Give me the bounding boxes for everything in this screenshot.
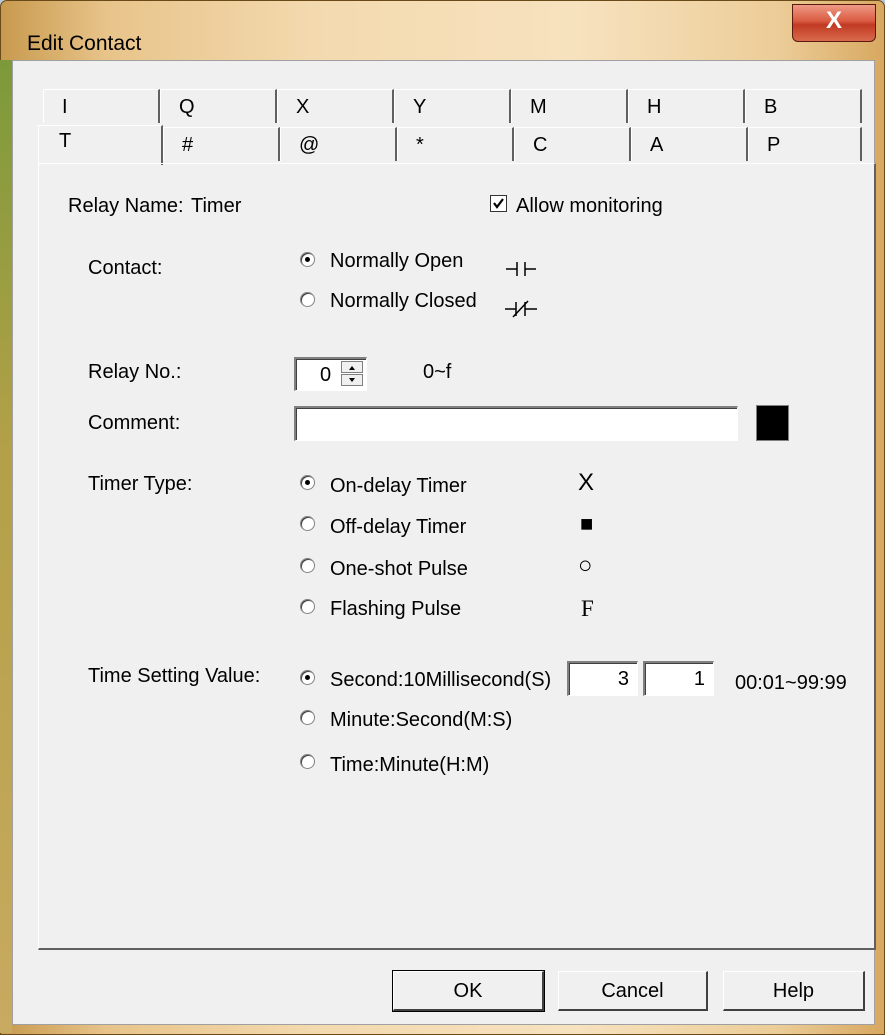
tab-b[interactable]: B [745,89,862,123]
minute-second-radio[interactable] [300,710,315,725]
close-button[interactable]: X [792,4,876,42]
timer-type-label: Timer Type: [88,473,193,495]
time-setting-label: Time Setting Value: [88,665,261,687]
second-10ms-radio[interactable] [300,670,315,685]
x-symbol-icon: X [578,469,595,496]
comment-input[interactable] [294,406,738,441]
spin-down-button[interactable] [341,374,363,386]
on-delay-timer-radio[interactable] [300,475,315,490]
tab-p[interactable]: P [748,127,862,161]
flashing-pulse-label[interactable]: Flashing Pulse [330,598,461,621]
tab-hash[interactable]: # [163,127,280,161]
relay-name-label: Relay Name: [68,195,184,217]
time-value-2-input[interactable] [643,661,714,696]
normally-open-radio[interactable] [300,252,315,267]
second-10ms-label[interactable]: Second:10Millisecond(S) [330,669,551,692]
relay-no-spinner[interactable]: 0 [294,357,367,391]
tab-c[interactable]: C [514,127,631,161]
window-title: Edit Contact [27,32,142,55]
filled-square-icon: ■ [580,511,594,536]
checkmark-icon [493,198,504,209]
tab-a[interactable]: A [631,127,748,161]
contact-label: Contact: [88,257,163,279]
comment-color-button[interactable] [756,405,789,441]
f-symbol-icon: F [581,596,594,621]
time-minute-label[interactable]: Time:Minute(H:M) [330,754,489,777]
relay-no-label: Relay No.: [88,361,182,383]
time-range: 00:01~99:99 [735,672,847,694]
time-value-1-input[interactable] [567,661,638,696]
tab-q[interactable]: Q [160,89,277,123]
tab-panel [38,163,876,950]
close-icon: X [825,7,842,34]
tab-t[interactable]: T [38,125,163,165]
dialog-client-area: I Q X Y M H B T # @ * C A P Relay Name: … [12,60,876,1025]
one-shot-pulse-radio[interactable] [300,558,315,573]
background-window-edge [0,60,12,1033]
normally-closed-label[interactable]: Normally Closed [330,290,477,313]
tab-i[interactable]: I [43,89,160,123]
cancel-button[interactable]: Cancel [558,971,708,1011]
allow-monitoring-label: Allow monitoring [516,195,663,217]
comment-label: Comment: [88,412,181,434]
on-delay-timer-label[interactable]: On-delay Timer [330,475,467,498]
tab-asterisk[interactable]: * [397,127,514,161]
tab-m[interactable]: M [511,89,628,123]
arrow-down-icon [349,378,355,382]
circle-icon: ○ [578,552,593,579]
tab-h[interactable]: H [628,89,745,123]
tab-at[interactable]: @ [280,127,397,161]
title-bar[interactable]: Edit Contact X [1,1,884,61]
spin-up-button[interactable] [341,361,363,373]
tab-y[interactable]: Y [394,89,511,123]
off-delay-timer-radio[interactable] [300,516,315,531]
time-minute-radio[interactable] [300,754,315,769]
off-delay-timer-label[interactable]: Off-delay Timer [330,516,466,539]
relay-no-value: 0 [320,364,332,386]
minute-second-label[interactable]: Minute:Second(M:S) [330,709,512,732]
allow-monitoring-checkbox[interactable] [490,195,507,212]
normally-open-label[interactable]: Normally Open [330,250,463,273]
one-shot-pulse-label[interactable]: One-shot Pulse [330,558,468,581]
normally-closed-symbol-icon [505,300,537,318]
tab-x[interactable]: X [277,89,394,123]
relay-no-range: 0~f [423,361,452,383]
ok-button[interactable]: OK [392,970,545,1012]
normally-open-symbol-icon [506,262,536,276]
flashing-pulse-radio[interactable] [300,599,315,614]
normally-closed-radio[interactable] [300,292,315,307]
arrow-up-icon [349,366,355,370]
help-button[interactable]: Help [723,971,865,1011]
relay-name-value: Timer [191,195,242,217]
